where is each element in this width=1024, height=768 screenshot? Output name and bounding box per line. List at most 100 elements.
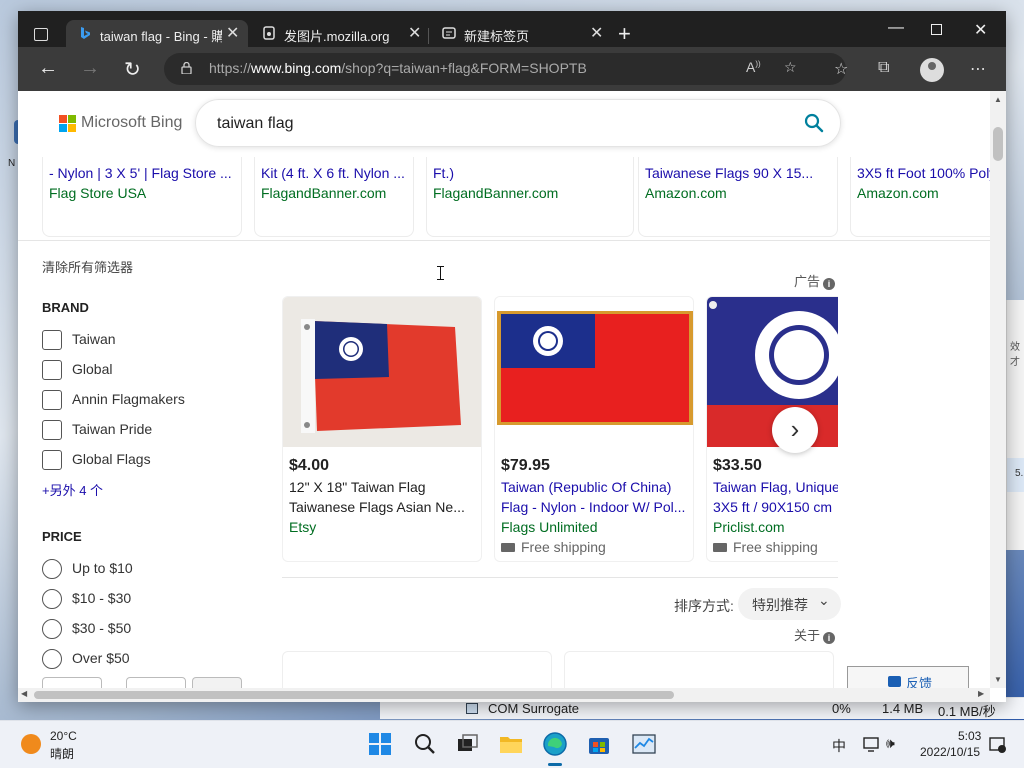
- search-taskbar-icon[interactable]: [412, 731, 438, 757]
- checkbox[interactable]: [42, 420, 62, 440]
- ad-title[interactable]: Taiwanese Flags 90 X 15...: [645, 165, 825, 181]
- clock-time[interactable]: 5:03: [958, 729, 981, 743]
- background-app-window[interactable]: 效才 5.: [1006, 300, 1024, 550]
- product-card[interactable]: [564, 651, 834, 688]
- tab-strip: taiwan flag - Bing - 購 ✕ 发图片.mozilla.org…: [18, 11, 1006, 47]
- brand-name[interactable]: Microsoft Bing: [81, 114, 182, 132]
- close-window-button[interactable]: ✕: [974, 20, 987, 40]
- product-card[interactable]: $79.95 Taiwan (Republic Of China) Flag -…: [494, 296, 694, 562]
- checkbox[interactable]: [42, 360, 62, 380]
- volume-icon[interactable]: 🕪: [886, 735, 895, 752]
- collections-icon[interactable]: ⧉: [878, 59, 889, 77]
- address-bar[interactable]: https://www.bing.com/shop?q=taiwan+flag&…: [164, 53, 846, 85]
- shipping-info: Free shipping: [501, 539, 606, 555]
- max-price-input[interactable]: [126, 677, 186, 688]
- ad-title[interactable]: 3X5 ft Foot 100% Poly: [857, 165, 990, 181]
- close-tab-icon[interactable]: ✕: [408, 23, 421, 43]
- product-title-cont[interactable]: Flag - Nylon - Indoor W/ Pol...: [501, 499, 691, 515]
- weather-sun-icon[interactable]: [21, 734, 41, 754]
- favorites-icon[interactable]: ☆: [834, 59, 848, 79]
- process-name: COM Surrogate: [488, 701, 580, 716]
- refresh-button[interactable]: ↻: [124, 57, 141, 82]
- tab-bing[interactable]: taiwan flag - Bing - 購 ✕: [66, 20, 248, 47]
- weather-condition[interactable]: 晴朗: [50, 745, 74, 762]
- horizontal-scrollbar[interactable]: ◀ ▶: [18, 688, 990, 702]
- desktop-icon-partial[interactable]: N: [0, 110, 22, 180]
- checkbox[interactable]: [42, 450, 62, 470]
- feedback-icon: [888, 676, 901, 687]
- vertical-scrollbar[interactable]: ▲ ▼: [990, 91, 1006, 688]
- feedback-button[interactable]: 反馈: [847, 666, 969, 688]
- ad-title[interactable]: - Nylon | 3 X 5' | Flag Store ...: [49, 165, 239, 181]
- ad-title[interactable]: Ft.): [433, 165, 454, 181]
- product-title-cont[interactable]: 3X5 ft / 90X150 cm: [713, 499, 838, 515]
- brand-filter-title: BRAND: [42, 300, 89, 315]
- notification-icon[interactable]: [988, 736, 1006, 754]
- divider: [282, 577, 838, 578]
- network-icon[interactable]: [862, 735, 880, 753]
- product-card[interactable]: [282, 651, 552, 688]
- product-seller: Etsy: [289, 519, 317, 535]
- radio-button[interactable]: [42, 589, 62, 609]
- scroll-thumb[interactable]: [993, 127, 1003, 161]
- task-manager-icon[interactable]: [631, 731, 657, 757]
- product-card[interactable]: $4.00 12" X 18" Taiwan Flag Taiwanese Fl…: [282, 296, 482, 562]
- add-favorite-icon[interactable]: ☆: [784, 59, 797, 76]
- more-menu-icon[interactable]: ⋯: [970, 59, 986, 79]
- weather-temperature[interactable]: 20°C: [50, 729, 77, 743]
- product-title[interactable]: 12" X 18" Taiwan Flag: [289, 479, 479, 495]
- close-tab-icon[interactable]: ✕: [226, 23, 239, 43]
- profile-avatar[interactable]: [920, 58, 944, 82]
- page-favicon-icon: [263, 26, 275, 40]
- ad-source: FlagandBanner.com: [433, 185, 559, 201]
- radio-button[interactable]: [42, 619, 62, 639]
- forward-button[interactable]: →: [80, 57, 100, 80]
- maximize-button[interactable]: [931, 24, 942, 35]
- sort-dropdown[interactable]: 特别推荐 ⌄: [738, 588, 841, 620]
- checkbox[interactable]: [42, 390, 62, 410]
- product-image[interactable]: [495, 297, 693, 447]
- read-aloud-icon[interactable]: A)): [746, 59, 761, 75]
- scroll-thumb[interactable]: [34, 691, 674, 699]
- ad-title[interactable]: Kit (4 ft. X 6 ft. Nylon ...: [261, 165, 409, 181]
- back-button[interactable]: ←: [38, 57, 58, 80]
- tab-actions-icon[interactable]: [34, 28, 48, 41]
- tab-label: 发图片.mozilla.org: [284, 29, 390, 44]
- edge-browser-icon[interactable]: [542, 731, 568, 757]
- checkbox[interactable]: [42, 330, 62, 350]
- price-go-button[interactable]: [192, 677, 242, 688]
- process-cpu: 0%: [832, 701, 851, 716]
- new-tab-button[interactable]: +: [618, 21, 631, 47]
- task-view-icon[interactable]: [454, 731, 480, 757]
- search-icon[interactable]: [804, 113, 824, 133]
- store-icon[interactable]: [586, 731, 612, 757]
- product-seller: Flags Unlimited: [501, 519, 598, 535]
- clock-date[interactable]: 2022/10/15: [920, 745, 980, 759]
- product-image[interactable]: [283, 297, 481, 447]
- show-more-brands-link[interactable]: +另外 4 个: [42, 480, 103, 499]
- minimize-button[interactable]: —: [888, 19, 904, 37]
- lock-icon[interactable]: [181, 62, 192, 74]
- process-icon: [466, 703, 478, 714]
- microsoft-logo-icon[interactable]: [59, 115, 77, 133]
- file-explorer-icon[interactable]: [498, 731, 524, 757]
- product-title[interactable]: Taiwan Flag, Unique: [713, 479, 838, 495]
- tab-mozilla[interactable]: 发图片.mozilla.org ✕: [250, 20, 426, 47]
- min-price-input[interactable]: [42, 677, 102, 688]
- radio-button[interactable]: [42, 649, 62, 669]
- search-box[interactable]: taiwan flag: [195, 99, 841, 147]
- tab-new-tab[interactable]: 新建标签页 ✕: [430, 20, 610, 47]
- carousel-next-button[interactable]: ›: [772, 407, 818, 453]
- info-icon[interactable]: i: [823, 278, 836, 290]
- product-title[interactable]: Taiwan (Republic Of China): [501, 479, 691, 495]
- ime-indicator[interactable]: 中: [832, 736, 846, 756]
- close-tab-icon[interactable]: ✕: [590, 23, 603, 43]
- radio-button[interactable]: [42, 559, 62, 579]
- product-title-cont[interactable]: Taiwanese Flags Asian Ne...: [289, 499, 479, 515]
- start-button[interactable]: [367, 731, 393, 757]
- search-input[interactable]: taiwan flag: [217, 115, 294, 133]
- info-icon[interactable]: i: [823, 632, 836, 644]
- clear-filters-link[interactable]: 清除所有筛选器: [42, 257, 133, 276]
- new-tab-favicon-icon: [442, 27, 456, 39]
- browser-toolbar: ← → ↻ https://www.bing.com/shop?q=taiwan…: [18, 47, 1006, 91]
